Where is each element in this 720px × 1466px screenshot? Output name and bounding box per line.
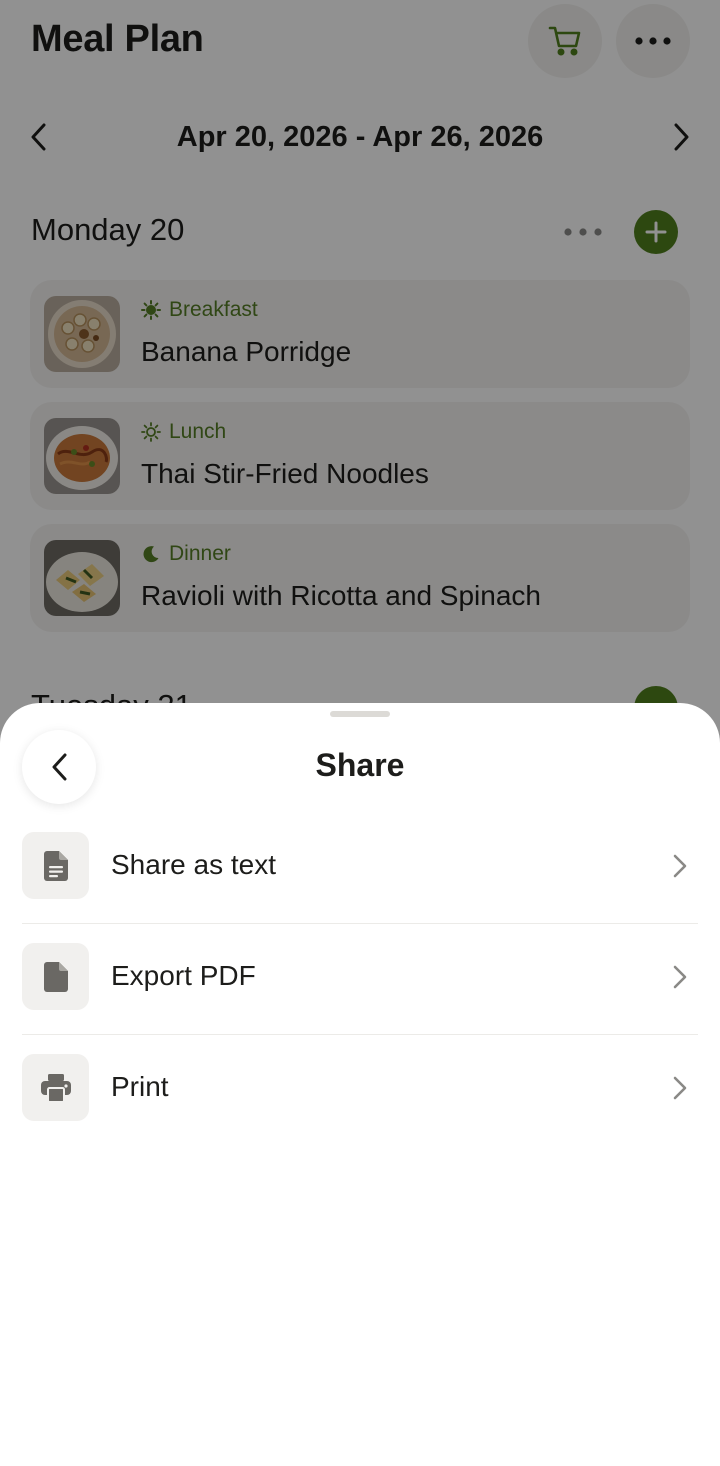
option-label: Export PDF (111, 960, 256, 991)
option-label: Share as text (111, 849, 276, 880)
printer-icon (22, 1054, 89, 1121)
document-icon (22, 943, 89, 1010)
chevron-right-icon (670, 1073, 690, 1103)
chevron-right-icon (670, 851, 690, 881)
share-as-text-option[interactable]: Share as text (22, 814, 698, 924)
sheet-title: Share (315, 747, 405, 783)
export-pdf-option[interactable]: Export PDF (22, 925, 698, 1035)
text-document-icon (22, 832, 89, 899)
option-label: Print (111, 1071, 169, 1102)
share-sheet: Share Share as text Export PDF Print (0, 703, 720, 1466)
print-option[interactable]: Print (22, 1036, 698, 1146)
sheet-grabber[interactable] (330, 711, 390, 717)
chevron-right-icon (670, 962, 690, 992)
